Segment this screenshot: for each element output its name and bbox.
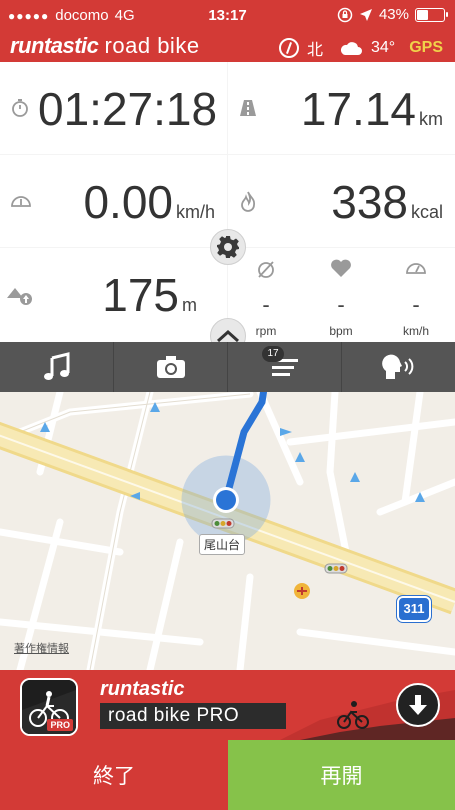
- download-arrow-icon: [409, 695, 427, 715]
- resume-workout-button[interactable]: 再開: [228, 740, 455, 810]
- sensor-cell[interactable]: - rpm - bpm - km/h: [228, 248, 455, 342]
- heart-rate-unit: bpm: [329, 324, 353, 338]
- banner-product-name: road bike PRO: [100, 703, 286, 729]
- elevation-display: 175 m: [102, 268, 197, 322]
- menu-button[interactable]: [228, 342, 342, 392]
- compass-direction: 北: [306, 42, 323, 59]
- gps-indicator: GPS: [409, 39, 443, 56]
- elevation-cell[interactable]: 175 m: [0, 248, 227, 342]
- distance-unit: km: [419, 109, 443, 129]
- calories-cell[interactable]: 338 kcal: [228, 155, 455, 247]
- elevation-unit: m: [182, 295, 197, 315]
- compass-icon: [278, 38, 299, 58]
- heart-rate-group: - bpm: [303, 258, 379, 338]
- banner-cyclist-icon: [337, 701, 369, 729]
- music-button[interactable]: [0, 342, 114, 392]
- cadence-value: -: [262, 292, 270, 317]
- speed-display: 0.00 km/h: [83, 175, 215, 229]
- pro-app-icon: PRO: [20, 678, 78, 736]
- heart-icon: [331, 259, 351, 277]
- pro-badge: PRO: [47, 719, 73, 731]
- music-note-icon: [43, 352, 69, 380]
- pace-value: -: [412, 292, 420, 317]
- media-toolbar: [0, 342, 455, 392]
- banner-brand: runtastic: [100, 678, 185, 700]
- stats-grid: 01:27:18 17.14 km 0.00 km/h 338 kcal 175…: [0, 62, 455, 342]
- download-button[interactable]: [396, 683, 440, 727]
- status-right: 43%: [337, 6, 448, 23]
- speedometer-small-icon: [406, 263, 426, 274]
- header-status: 北 34° GPS: [278, 36, 443, 60]
- pace-group: - km/h: [378, 258, 454, 338]
- flame-icon: [241, 191, 256, 212]
- battery-fill: [417, 9, 428, 20]
- elevation-icon: [7, 288, 32, 305]
- settings-button[interactable]: [210, 229, 246, 265]
- pro-upgrade-banner[interactable]: PRO runtastic road bike PRO: [0, 670, 455, 740]
- speed-value: 0.00: [83, 176, 173, 228]
- chevron-up-icon: [216, 329, 240, 343]
- calories-display: 338 kcal: [331, 175, 443, 229]
- route-map[interactable]: 17 尾山台 311 著作権情報: [0, 392, 455, 670]
- elevation-value: 175: [102, 269, 179, 321]
- location-arrow-icon: [359, 8, 372, 21]
- camera-button[interactable]: [114, 342, 228, 392]
- gear-icon: [217, 236, 239, 258]
- cadence-icon: [258, 261, 274, 278]
- copyright-link[interactable]: 著作権情報: [14, 640, 69, 656]
- calories-unit: kcal: [410, 202, 443, 222]
- battery-icon: [415, 7, 448, 22]
- road-icon: [240, 100, 256, 116]
- brand-bold: runtastic: [10, 33, 99, 58]
- app-header: runtastic road bike 北 34° GPS: [0, 32, 455, 62]
- distance-cell[interactable]: 17.14 km: [228, 62, 455, 154]
- duration-value: 01:27:18: [38, 83, 218, 135]
- route-shield: 311: [397, 596, 431, 622]
- app-logo: runtastic road bike: [10, 33, 200, 59]
- duration-cell[interactable]: 01:27:18: [0, 62, 227, 154]
- brand-light: road bike: [104, 33, 200, 58]
- calories-value: 338: [331, 176, 408, 228]
- map-canvas: [0, 392, 455, 670]
- voice-coach-button[interactable]: [342, 342, 455, 392]
- speed-unit: km/h: [175, 202, 215, 222]
- stopwatch-icon: [12, 99, 28, 117]
- voice-head-icon: [381, 354, 413, 379]
- pace-unit: km/h: [402, 324, 429, 338]
- end-workout-button[interactable]: 終了: [0, 740, 228, 810]
- weather-cloud-icon: [340, 42, 362, 55]
- heart-rate-value: -: [337, 292, 345, 317]
- route-number-badge: 17: [262, 346, 284, 362]
- speed-cell[interactable]: 0.00 km/h: [0, 155, 227, 247]
- camera-icon: [156, 356, 185, 378]
- place-label[interactable]: 尾山台: [199, 534, 246, 555]
- distance-display: 17.14 km: [301, 82, 443, 136]
- status-bar: ●●●●● docomo 4G 13:17 43%: [0, 0, 455, 32]
- battery-percent: 43%: [378, 6, 409, 23]
- speedometer-icon: [11, 196, 31, 207]
- orientation-lock-icon: [337, 7, 353, 22]
- distance-value: 17.14: [300, 83, 416, 135]
- temperature: 34°: [371, 39, 396, 56]
